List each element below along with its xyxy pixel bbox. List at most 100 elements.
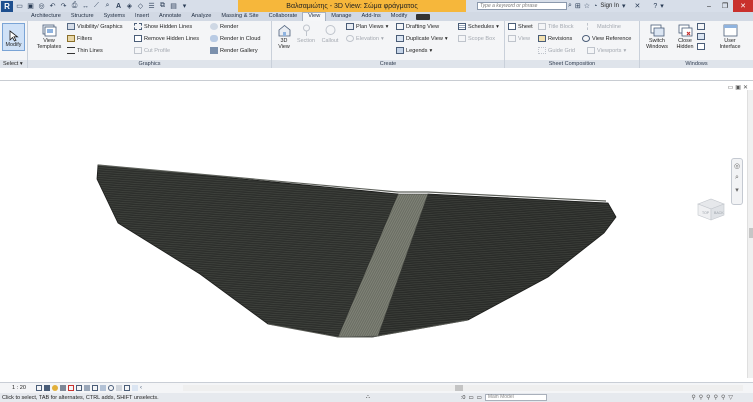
search-input[interactable]: Type a keyword or phrase [477,2,567,10]
tab-add-ins[interactable]: Add-Ins [357,12,386,21]
sun-path-icon[interactable] [52,385,58,391]
minimize-icon[interactable]: – [701,0,717,12]
elevation-button[interactable]: Elevation ▾ [346,34,384,43]
viewcube[interactable]: TOP BACK [696,196,726,224]
tag-icon[interactable]: ⌕ [103,2,112,11]
render-gallery-button[interactable]: Render Gallery [210,46,258,55]
ribbon-minimize-toggle[interactable] [416,13,431,20]
maximize-icon[interactable]: ❐ [717,0,733,12]
dimension-icon[interactable]: ⟋ [92,2,101,11]
view-reference-button[interactable]: View Reference [582,34,631,43]
exchange-icon[interactable]: ✕ [635,2,641,10]
horizontal-scrollbar[interactable] [183,385,743,391]
view-templates-button[interactable]: View Templates [34,24,64,50]
save-icon[interactable]: ▣ [26,2,35,11]
tab-architecture[interactable]: Architecture [26,12,66,21]
dam-model[interactable] [0,81,753,383]
thin-lines-button[interactable]: Thin Lines [67,46,103,55]
tab-insert[interactable]: Insert [130,12,154,21]
matchline-button[interactable]: Matchline [587,22,621,31]
horizontal-scroll-thumb[interactable] [455,385,463,391]
worksets-icon[interactable]: ⛬ [366,394,370,401]
callout-button[interactable]: Callout [318,24,342,44]
search-icon[interactable]: ⌕ [568,2,572,10]
section-button[interactable]: Section [294,24,318,44]
design-options-icon[interactable]: ▭ [468,395,473,401]
select-pinned-icon[interactable]: ⚲ [706,394,710,401]
3d-view-icon[interactable]: ◈ [125,2,134,11]
guide-grid-button[interactable]: Guide Grid [538,46,575,55]
filter-icon[interactable]: ▽ [728,394,733,401]
close-hidden-icon[interactable]: ⧉ [158,2,167,11]
render-button[interactable]: Render [210,22,238,31]
sync-icon[interactable]: ◎ [37,2,46,11]
tab-collaborate[interactable]: Collaborate [264,12,303,21]
cascade-icon[interactable] [697,33,705,40]
remove-hidden-lines-button[interactable]: Remove Hidden Lines [134,34,199,43]
help-icon[interactable]: ? [653,3,657,10]
undo-icon[interactable]: ↶ [48,2,57,11]
view-to-sheet-button[interactable]: View [508,34,530,43]
vertical-scrollbar[interactable] [747,90,753,378]
title-block-button[interactable]: Title Block [538,22,574,31]
show-crop-icon[interactable] [92,385,98,391]
section-icon[interactable]: ◇ [136,2,145,11]
3d-viewport[interactable]: ▭ ▣ ✕ TOP BACK ◎ ⌕ ▾ [0,80,753,382]
navbar-dropdown-icon[interactable]: ▾ [735,186,739,194]
tab-view[interactable]: View [302,12,327,21]
visibility-graphics-button[interactable]: Visibility/ Graphics [67,22,123,31]
cut-profile-button[interactable]: Cut Profile [134,46,170,55]
replicate-icon[interactable] [697,23,705,30]
tab-analyze[interactable]: Analyze [186,12,216,21]
help-dropdown-icon[interactable]: ▾ [660,2,664,10]
tile-icon[interactable] [697,43,705,50]
zoom-icon[interactable]: ⌕ [735,174,739,182]
print-icon[interactable]: ⎙ [70,2,79,11]
select-by-face-icon[interactable]: ⚲ [714,394,718,401]
measure-icon[interactable]: ↔ [81,2,90,11]
app-menu-button[interactable]: R [1,0,13,12]
tab-annotate[interactable]: Annotate [154,12,186,21]
constraints-icon[interactable] [132,385,138,391]
visual-style-icon[interactable] [44,385,50,391]
render-dialog-icon[interactable] [68,385,74,391]
drag-elements-icon[interactable]: ⚲ [721,394,725,401]
scope-box-button[interactable]: Scope Box [458,34,495,43]
user-interface-button[interactable]: User Interface [714,24,746,50]
text-icon[interactable]: A [114,2,123,11]
detail-level-icon[interactable] [36,385,42,391]
lock-view-icon[interactable] [76,385,82,391]
open-icon[interactable]: ▭ [15,2,24,11]
sheet-button[interactable]: Sheet [508,22,533,31]
tab-structure[interactable]: Structure [66,12,99,21]
plan-views-button[interactable]: Plan Views ▾ [346,22,388,31]
graphics-panel-title[interactable]: Graphics [28,60,271,68]
tab-systems[interactable]: Systems [99,12,130,21]
duplicate-view-button[interactable]: Duplicate View ▾ [396,34,448,43]
worksharing-icon[interactable] [116,385,122,391]
main-model-dropdown[interactable]: Main Model [484,394,547,401]
vertical-scroll-thumb[interactable] [749,228,753,238]
scroll-left-icon[interactable]: ‹ [140,385,146,391]
render-in-cloud-button[interactable]: Render in Cloud [210,34,260,43]
filters-button[interactable]: Filters [67,34,92,43]
tab-modify[interactable]: Modify [386,12,412,21]
close-hidden-button[interactable]: Close Hidden [672,24,698,50]
close-icon[interactable]: ✕ [733,0,753,12]
subscription-icon[interactable]: ⊞ [575,2,581,10]
3d-view-button[interactable]: 3D View [274,24,294,50]
editable-only-icon[interactable]: ▭ [477,395,482,401]
select-links-icon[interactable]: ⚲ [691,394,695,401]
revisions-button[interactable]: Revisions [538,34,572,43]
qat-dropdown-icon[interactable]: ▾ [180,2,189,11]
view-scale[interactable]: 1 : 20 [0,385,36,391]
steering-wheel-icon[interactable]: ◎ [734,162,740,170]
select-panel-title[interactable]: Select ▾ [0,60,27,68]
redo-icon[interactable]: ↷ [59,2,68,11]
switch-windows-icon[interactable]: ▤ [169,2,178,11]
schedules-button[interactable]: Schedules ▾ [458,22,499,31]
analytical-model-icon[interactable] [124,385,130,391]
chevron-down-icon[interactable]: ▾ [622,2,626,10]
select-underlay-icon[interactable]: ⚲ [699,394,703,401]
drafting-view-button[interactable]: Drafting View [396,22,439,31]
